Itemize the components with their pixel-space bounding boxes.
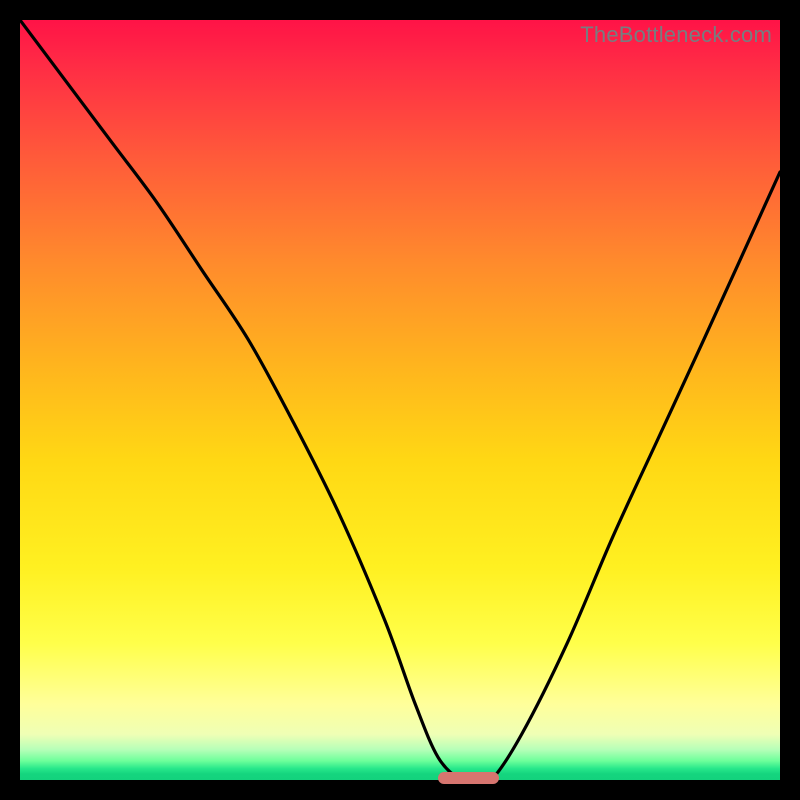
chart-frame: TheBottleneck.com xyxy=(0,0,800,800)
optimal-range-marker xyxy=(438,772,499,784)
bottleneck-curve xyxy=(20,20,780,780)
chart-svg xyxy=(20,20,780,780)
chart-plot-area: TheBottleneck.com xyxy=(20,20,780,780)
